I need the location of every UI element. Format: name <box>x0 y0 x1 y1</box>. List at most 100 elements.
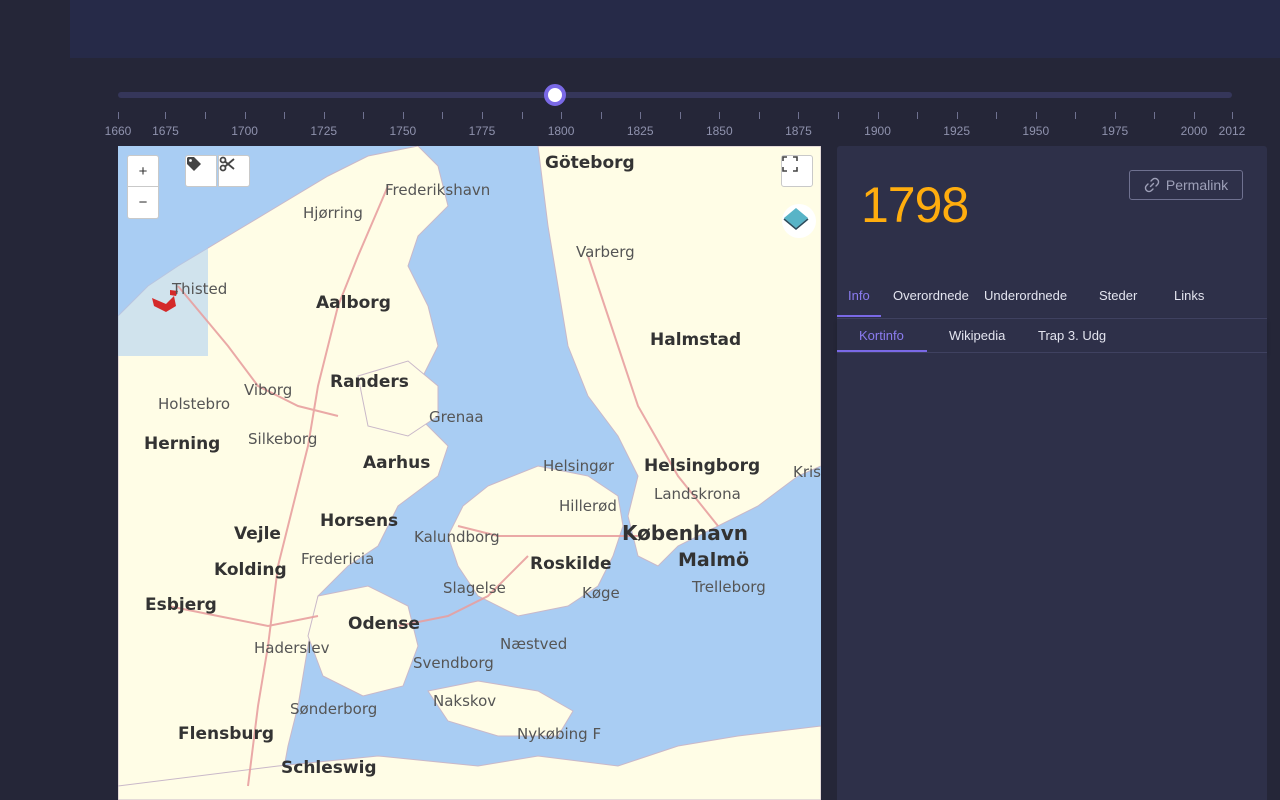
label-halmstad: Halmstad <box>650 330 741 350</box>
tag-icon <box>187 157 201 171</box>
fullscreen-button[interactable] <box>781 155 813 187</box>
label-horsens: Horsens <box>320 511 398 531</box>
zoom-out-button[interactable]: − <box>127 187 159 219</box>
scissors-button[interactable] <box>218 155 250 187</box>
timeline-tick-label: 2012 <box>1218 124 1246 138</box>
label-randers: Randers <box>330 372 409 392</box>
timeline-tick-label: 1775 <box>468 124 496 138</box>
scissors-icon <box>219 156 235 172</box>
timeline-tick <box>165 112 167 119</box>
tab-info[interactable]: Info <box>848 288 870 303</box>
timeline-tick <box>996 112 998 119</box>
timeline-tick <box>118 112 119 119</box>
label-goteborg: Göteborg <box>545 153 635 173</box>
timeline-tick-label: 1850 <box>705 124 733 138</box>
label-fredericia: Fredericia <box>301 550 374 568</box>
label-herning: Herning <box>144 434 220 454</box>
timeline-track[interactable] <box>118 92 1232 98</box>
timeline-tick-label: 1875 <box>785 124 812 138</box>
layers-icon <box>783 208 809 230</box>
timeline-tick-label: 1675 <box>152 124 179 138</box>
label-aalborg: Aalborg <box>316 293 391 313</box>
timeline-tick-label: 1925 <box>943 124 971 138</box>
timeline-tick <box>758 112 760 119</box>
label-varberg: Varberg <box>576 243 635 261</box>
timeline-tick <box>956 112 958 119</box>
label-flensburg: Flensburg <box>178 724 274 744</box>
label-hjorring: Hjørring <box>303 204 363 222</box>
timeline-tick <box>877 112 879 119</box>
timeline-tick-label: 1950 <box>1022 124 1050 138</box>
subtab-wikipedia[interactable]: Wikipedia <box>949 328 1005 343</box>
label-vejle: Vejle <box>234 524 281 544</box>
layers-button[interactable] <box>782 204 816 238</box>
timeline-thumb[interactable] <box>543 84 566 106</box>
label-koge: Køge <box>582 584 620 602</box>
label-viborg: Viborg <box>244 381 292 399</box>
label-roskilde: Roskilde <box>530 554 612 574</box>
timeline-tick <box>205 112 207 119</box>
panel-content <box>837 353 1267 800</box>
timeline-tick <box>1035 112 1037 119</box>
label-helsingborg: Helsingborg <box>644 456 760 476</box>
sub-tabs: Kortinfo Wikipedia Trap 3. Udg <box>837 318 1267 353</box>
timeline-tick <box>679 112 681 119</box>
subtab-kortinfo[interactable]: Kortinfo <box>859 328 904 343</box>
label-frederikshavn: Frederikshavn <box>385 181 490 199</box>
label-trelleborg: Trelleborg <box>691 578 766 596</box>
label-svendborg: Svendborg <box>413 654 494 672</box>
timeline-tick <box>481 112 483 119</box>
tab-underordnede[interactable]: Underordnede <box>984 288 1067 303</box>
timeline-tick <box>640 112 642 119</box>
tab-overordnede[interactable]: Overordnede <box>893 288 969 303</box>
map-view[interactable]: Göteborg Frederikshavn Hjørring Varberg … <box>118 146 821 800</box>
label-esbjerg: Esbjerg <box>145 595 217 615</box>
map-canvas[interactable]: Göteborg Frederikshavn Hjørring Varberg … <box>118 146 821 800</box>
label-thisted: Thisted <box>171 280 227 298</box>
tab-steder[interactable]: Steder <box>1099 288 1137 303</box>
active-tab-indicator <box>837 315 881 317</box>
timeline-tick <box>442 112 444 119</box>
timeline-tick <box>363 112 365 119</box>
label-kris: Kris <box>793 463 821 481</box>
timeline-tick <box>402 112 404 119</box>
selected-year: 1798 <box>861 177 969 233</box>
permalink-button[interactable]: Permalink <box>1129 170 1243 200</box>
year-timeline[interactable]: 1660 1675 1700 1725 1750 1775 1800 1825 1850 1875… <box>105 84 1245 148</box>
subtab-trap[interactable]: Trap 3. Udg <box>1038 328 1106 343</box>
tab-links[interactable]: Links <box>1174 288 1204 303</box>
timeline-tick-label: 1660 <box>104 124 132 138</box>
label-holstebro: Holstebro <box>158 395 230 413</box>
label-helsingor: Helsingør <box>543 457 615 475</box>
label-odense: Odense <box>348 614 420 634</box>
top-band <box>70 0 1280 58</box>
timeline-tick <box>1114 112 1116 119</box>
timeline-tick-label: 1725 <box>310 124 338 138</box>
label-haderslev: Haderslev <box>254 639 330 657</box>
label-schleswig: Schleswig <box>281 758 377 778</box>
timeline-tick <box>323 112 325 119</box>
tag-button[interactable] <box>185 155 217 187</box>
timeline-tick-label: 1825 <box>626 124 654 138</box>
timeline-tick <box>1232 112 1233 119</box>
timeline-tick <box>719 112 721 119</box>
info-panel: 1798 Permalink Info Overordnede Underord… <box>837 146 1267 800</box>
link-icon <box>1144 177 1160 193</box>
timeline-tick <box>561 112 563 119</box>
timeline-tick <box>1194 112 1196 119</box>
label-landskrona: Landskrona <box>654 485 741 503</box>
label-kolding: Kolding <box>214 560 287 580</box>
label-malmo: Malmö <box>678 549 749 571</box>
zoom-in-button[interactable]: + <box>127 155 159 187</box>
label-aarhus: Aarhus <box>363 453 430 473</box>
timeline-tick <box>1075 112 1077 119</box>
timeline-tick <box>837 112 839 119</box>
label-naestved: Næstved <box>500 635 567 653</box>
timeline-tick-label: 1700 <box>231 124 258 138</box>
label-kobenhavn: København <box>622 521 748 545</box>
label-sonderborg: Sønderborg <box>290 700 377 718</box>
timeline-tick-label: 2000 <box>1180 124 1208 138</box>
timeline-tick <box>600 112 602 119</box>
timeline-tick <box>521 112 523 119</box>
timeline-tick <box>798 112 800 119</box>
